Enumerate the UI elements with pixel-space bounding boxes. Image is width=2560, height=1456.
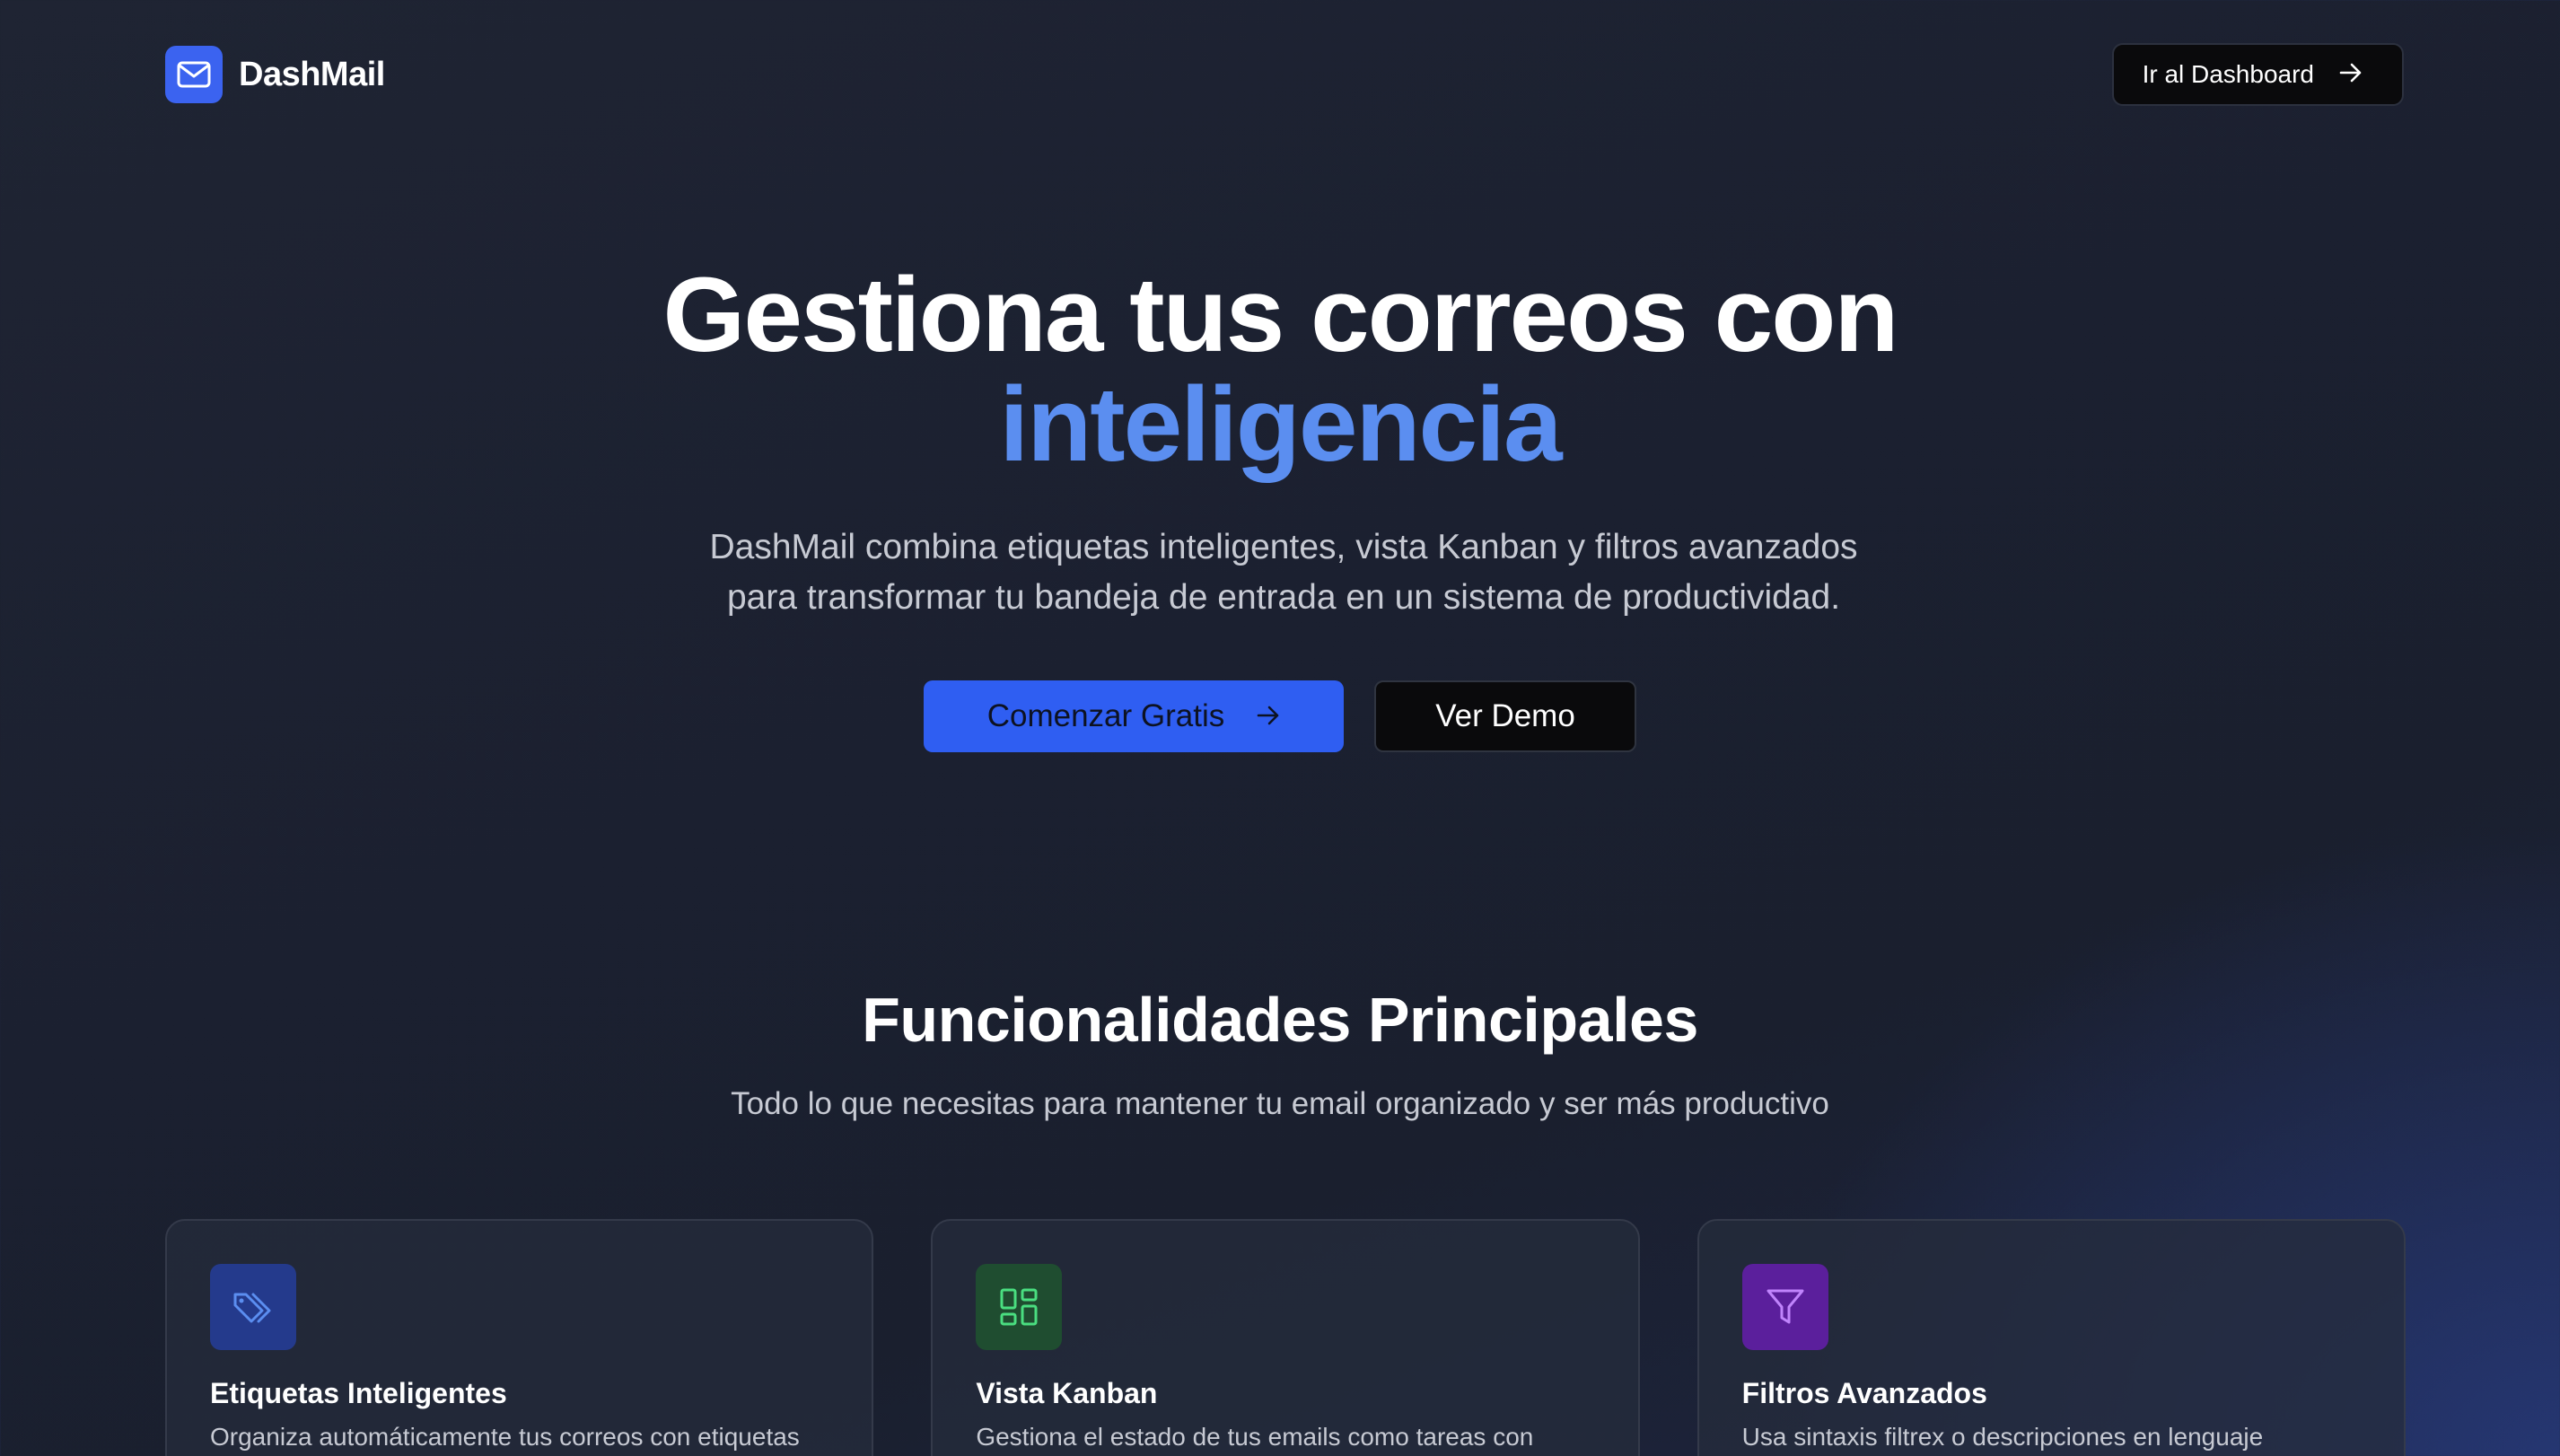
hero-subtitle-line-2: para transformar tu bandeja de entrada e… bbox=[726, 578, 1841, 617]
feature-card-description: Gestiona el estado de tus emails como ta… bbox=[976, 1423, 1534, 1451]
tags-icon bbox=[210, 1264, 296, 1350]
feature-card-description: Organiza automáticamente tus correos con… bbox=[210, 1423, 800, 1451]
feature-card-title: Vista Kanban bbox=[976, 1377, 1158, 1409]
top-navbar: DashMail Ir al Dashboard bbox=[165, 43, 2404, 106]
brand-name: DashMail bbox=[239, 55, 385, 93]
mail-icon bbox=[165, 46, 223, 103]
feature-cards: Etiquetas Inteligentes Organiza automáti… bbox=[165, 1219, 2406, 1456]
arrow-right-icon bbox=[1257, 698, 1280, 734]
hero-subtitle-line-1: DashMail combina etiquetas inteligentes,… bbox=[709, 528, 1858, 566]
hero-subtitle: DashMail combina etiquetas inteligentes,… bbox=[682, 522, 1885, 623]
start-free-button-label: Comenzar Gratis bbox=[986, 698, 1225, 733]
feature-card-kanban: Vista Kanban Gestiona el estado de tus e… bbox=[931, 1219, 1640, 1456]
dashboard-button[interactable]: Ir al Dashboard bbox=[2111, 43, 2404, 106]
feature-card-title: Filtros Avanzados bbox=[1741, 1377, 1987, 1409]
hero-cta-row: Comenzar Gratis Ver Demo bbox=[0, 680, 2560, 752]
feature-card-description: Usa sintaxis filtrex o descripciones en … bbox=[1741, 1423, 2264, 1451]
filter-icon bbox=[1741, 1264, 1828, 1350]
features-title: Funcionalidades Principales bbox=[862, 985, 1698, 1055]
hero-title-line: Gestiona tus correos con bbox=[662, 256, 1899, 374]
hero-title: Gestiona tus correos con inteligencia bbox=[0, 260, 2560, 479]
start-free-button[interactable]: Comenzar Gratis bbox=[924, 680, 1344, 752]
feature-card-title: Etiquetas Inteligentes bbox=[210, 1377, 507, 1409]
kanban-board-icon bbox=[976, 1264, 1063, 1350]
view-demo-button[interactable]: Ver Demo bbox=[1374, 680, 1636, 752]
feature-card-tags: Etiquetas Inteligentes Organiza automáti… bbox=[165, 1219, 874, 1456]
brand[interactable]: DashMail bbox=[165, 46, 385, 103]
dashboard-button-label: Ir al Dashboard bbox=[2142, 60, 2314, 88]
arrow-right-icon bbox=[2339, 60, 2363, 89]
feature-card-filters: Filtros Avanzados Usa sintaxis filtrex o… bbox=[1696, 1219, 2406, 1456]
hero-title-accent: inteligencia bbox=[999, 365, 1562, 484]
features-subtitle: Todo lo que necesitas para mantener tu e… bbox=[731, 1086, 1829, 1121]
